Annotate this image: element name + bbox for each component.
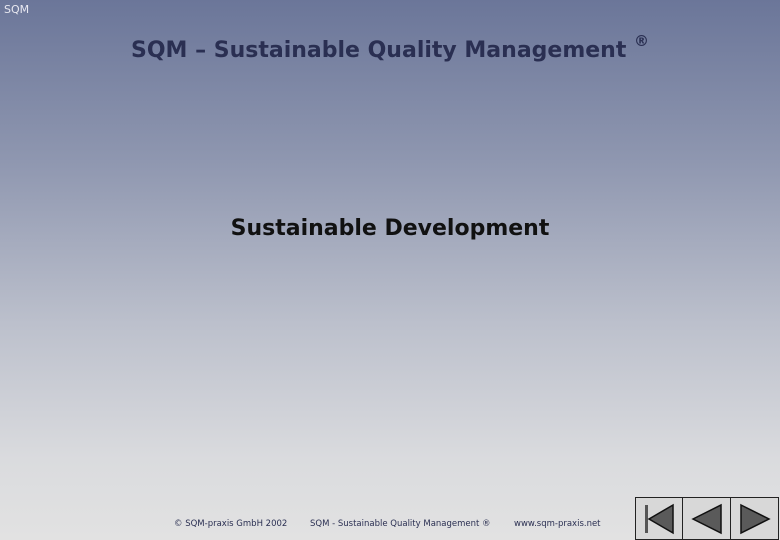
page-title: SQM – Sustainable Quality Management ® <box>0 33 780 63</box>
registered-mark: ® <box>634 31 650 50</box>
page-title-text: SQM – Sustainable Quality Management <box>130 38 627 63</box>
slide-subtitle: Sustainable Development <box>230 216 550 241</box>
first-slide-button[interactable] <box>635 497 683 540</box>
first-slide-icon <box>645 503 674 534</box>
previous-slide-button[interactable] <box>683 497 731 540</box>
footer-copyright: © SQM-praxis GmbH 2002 <box>174 519 288 529</box>
previous-slide-icon <box>690 503 722 534</box>
slide-navigation <box>635 497 780 540</box>
footer-url: www.sqm-praxis.net <box>514 519 601 529</box>
footer-product-name: SQM - Sustainable Quality Management ® <box>310 519 491 529</box>
next-slide-button[interactable] <box>731 497 779 540</box>
sqm-logo: SQM <box>4 3 30 16</box>
next-slide-icon <box>739 503 771 534</box>
